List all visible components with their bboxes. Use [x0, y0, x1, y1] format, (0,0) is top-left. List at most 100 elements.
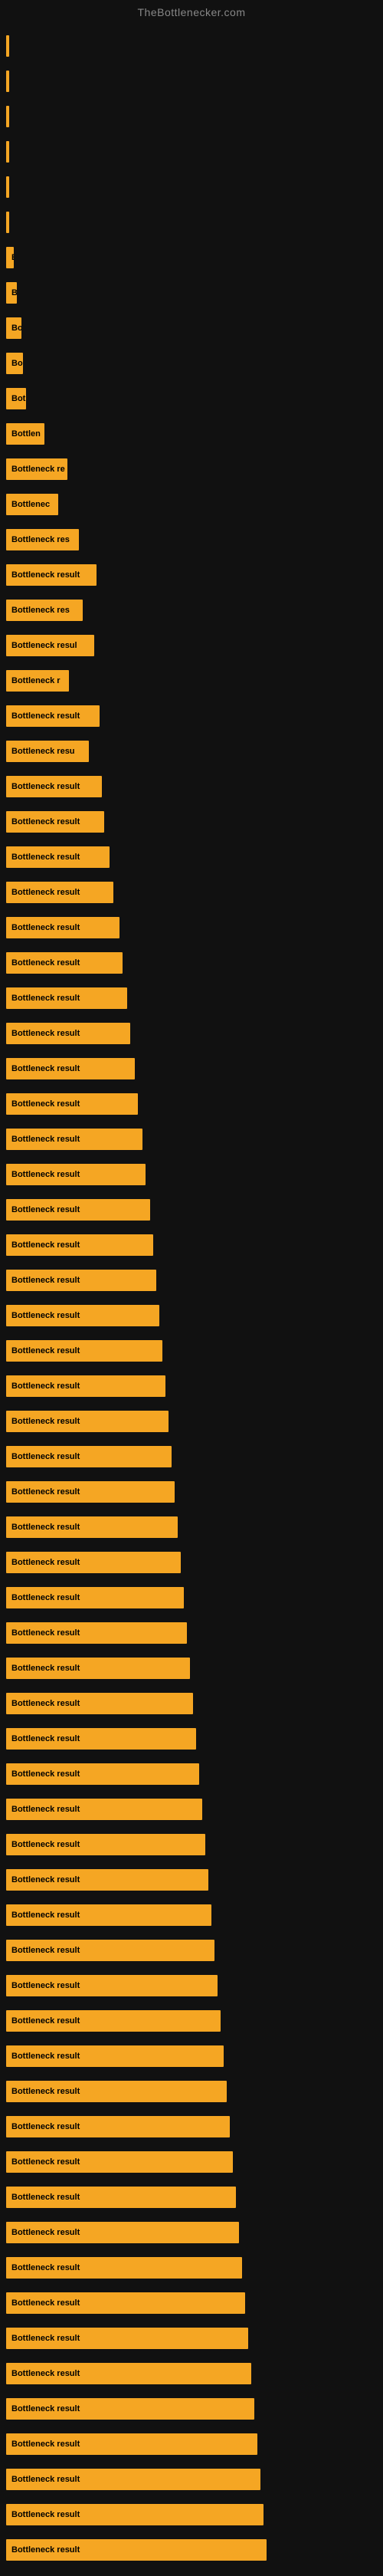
bar-row: Bottleneck result [0, 1440, 383, 1474]
bar-row: Bottleneck result [0, 2286, 383, 2320]
bar: Bottleneck result [6, 2222, 239, 2243]
bar-label: Bottleneck result [9, 1523, 82, 1532]
bar-row: Bottleneck result [0, 2039, 383, 2073]
bar-label: Bottleneck result [9, 2298, 82, 2308]
bar-row: Bottleneck result [0, 876, 383, 909]
bar-row: Bottleneck result [0, 1122, 383, 1156]
bar-row: Bottleneck result [0, 1898, 383, 1932]
bar-row: Bottleneck result [0, 1087, 383, 1121]
bar-label: Bottleneck result [9, 1276, 82, 1285]
bar-label: Bottleneck result [9, 1911, 82, 1920]
bar-row: Bottleneck result [0, 1228, 383, 1262]
bar-label: Bottleneck result [9, 2404, 82, 2413]
bar-label: Bottleneck res [9, 535, 72, 544]
bar: Bo [6, 353, 23, 374]
bar-row: Bottleneck result [0, 981, 383, 1015]
bar: Bottleneck result [6, 1340, 162, 1362]
bar-row: Bo [0, 311, 383, 345]
bar: Bottleneck result [6, 1975, 218, 1996]
bar: B [6, 282, 17, 304]
bar: Bottleneck result [6, 2081, 227, 2102]
bar: Bottleneck result [6, 811, 104, 833]
bar: Bottleneck result [6, 1481, 175, 1503]
bar: Bottleneck result [6, 2469, 260, 2490]
bar-label: Bottleneck resul [9, 641, 80, 650]
bar-label: B [9, 288, 17, 297]
bar-row: Bottleneck resu [0, 734, 383, 768]
bar-row: Bottleneck result [0, 1017, 383, 1050]
bar-row: B [0, 276, 383, 310]
bar: Bottleneck result [6, 705, 100, 727]
bar-label: Bottleneck result [9, 1311, 82, 1320]
bar-label: Bottleneck result [9, 2122, 82, 2131]
bar: Bottleneck result [6, 564, 97, 586]
bar: Bottleneck result [6, 1516, 178, 1538]
bar: Bottleneck result [6, 2433, 257, 2455]
bar-row: Bottlenec [0, 488, 383, 521]
bar-row [0, 170, 383, 204]
bar [6, 35, 9, 57]
bar: Bottleneck result [6, 952, 123, 974]
bar-row: Bottleneck result [0, 2216, 383, 2249]
bar-row: Bottleneck result [0, 1651, 383, 1685]
bar: Bottleneck result [6, 1058, 135, 1079]
bar: Bottleneck result [6, 1693, 193, 1714]
bar-row: Bottleneck result [0, 2392, 383, 2426]
bar [6, 212, 9, 233]
bar-label: Bottleneck result [9, 2475, 82, 2484]
bar: Bottleneck result [6, 1411, 169, 1432]
bar-row: Bottleneck result [0, 946, 383, 980]
bar-label: Bottleneck res [9, 606, 72, 615]
bar: Bottleneck result [6, 2539, 267, 2561]
bar-label: Bottleneck r [9, 676, 63, 685]
bar-row: Bottleneck result [0, 2251, 383, 2285]
bar-label: Bottleneck result [9, 2334, 82, 2343]
bar-label: Bottleneck result [9, 2157, 82, 2167]
bar: Bottleneck result [6, 1869, 208, 1891]
bar-label: Bottleneck result [9, 570, 82, 580]
bar-row: Bottleneck result [0, 2321, 383, 2355]
bar [6, 71, 9, 92]
bar: Bottleneck result [6, 1375, 165, 1397]
bar-label: Bottleneck result [9, 1946, 82, 1955]
bar-label: Bottleneck result [9, 1558, 82, 1567]
bar-label: Bottleneck resu [9, 747, 77, 756]
bar-label: Bottleneck result [9, 2510, 82, 2519]
bar: Bottleneck result [6, 1270, 156, 1291]
bar-label: Bottleneck result [9, 1840, 82, 1849]
bar-label: Bottlen [9, 429, 43, 439]
bar: Bottleneck result [6, 1164, 146, 1185]
bar-row: Bottleneck result [0, 2498, 383, 2532]
bar-row: Bottleneck result [0, 1757, 383, 1791]
bar-label: Bottleneck result [9, 1734, 82, 1743]
bar-label: Bottleneck result [9, 1628, 82, 1638]
bar: Bottleneck result [6, 846, 110, 868]
bar: Bottleneck result [6, 1799, 202, 1820]
bar: Bottleneck result [6, 1093, 138, 1115]
bar-label: Bottleneck result [9, 1240, 82, 1250]
bar: Bottleneck result [6, 2363, 251, 2384]
bar-row: Bottleneck result [0, 1828, 383, 1861]
bar: Bottleneck result [6, 2187, 236, 2208]
bar: Bottleneck result [6, 1129, 142, 1150]
bar-row: Bottleneck res [0, 523, 383, 557]
bar-row [0, 205, 383, 239]
bar: Bottleneck result [6, 1834, 205, 1855]
bar-label: Bottleneck result [9, 2263, 82, 2272]
bar-label: Bottleneck result [9, 1205, 82, 1214]
bar-label: Bo [9, 359, 23, 368]
bar-label: Bottleneck result [9, 1593, 82, 1602]
bar [6, 106, 9, 127]
bar: Bottleneck result [6, 1728, 196, 1750]
bar: Bottleneck result [6, 2398, 254, 2420]
bar: Bot [6, 388, 26, 409]
bar-row [0, 100, 383, 133]
bar-row: Bot [0, 382, 383, 416]
bar-row: Bottleneck result [0, 2180, 383, 2214]
bar: Bottleneck result [6, 1305, 159, 1326]
bar-row: Bottleneck result [0, 1052, 383, 1086]
bar-row: Bottleneck result [0, 1334, 383, 1368]
bar: Bottleneck result [6, 2151, 233, 2173]
bar-row: Bottleneck res [0, 593, 383, 627]
bar: Bottleneck res [6, 529, 79, 550]
